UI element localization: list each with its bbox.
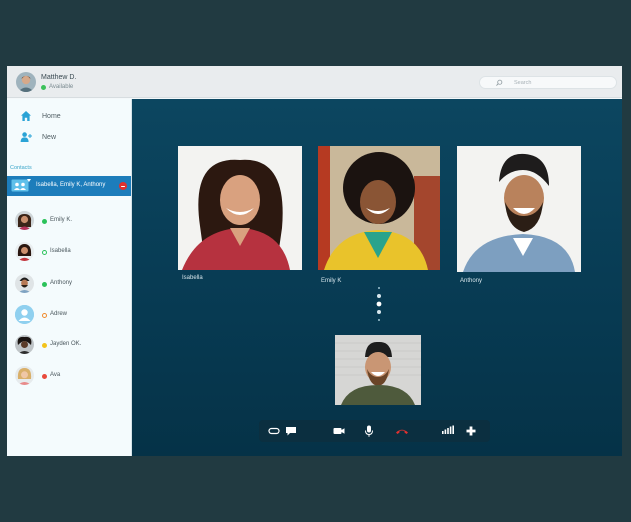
contact-item[interactable]: Emily K. (7, 209, 131, 233)
user-avatar[interactable] (16, 72, 36, 92)
toggle-icon[interactable] (267, 424, 281, 438)
status-dot (42, 313, 47, 318)
video-tile-isabella[interactable] (178, 146, 302, 270)
contact-item[interactable]: Adrew (7, 303, 131, 327)
participant-name: Isabella (182, 275, 203, 281)
contact-name: Anthony (50, 280, 73, 286)
contact-item[interactable]: Anthony (7, 272, 131, 296)
status-dot (42, 250, 47, 255)
contact-name: Emily K. (50, 217, 73, 223)
video-stage: Isabella Emily K Anthony (132, 99, 622, 456)
contact-name: Isabella (50, 248, 71, 254)
contact-name: Ava (50, 372, 61, 378)
call-controls-bar (259, 420, 490, 442)
self-view-video[interactable] (335, 335, 421, 405)
contact-item[interactable]: Ava (7, 364, 131, 388)
contact-name: Adrew (50, 311, 68, 317)
contacts-heading: Contacts (10, 165, 32, 171)
contact-item[interactable]: Isabella (7, 240, 131, 264)
video-tile-anthony[interactable] (457, 146, 581, 272)
user-status: Available (41, 84, 73, 90)
end-call-icon[interactable] (119, 182, 127, 190)
participant-name: Anthony (460, 278, 483, 284)
avatar (15, 366, 34, 385)
user-name: Matthew D. (41, 74, 77, 81)
active-group-label: Isabella, Emily K, Anthony (36, 182, 106, 188)
avatar (15, 335, 34, 354)
avatar (15, 274, 34, 293)
add-user-icon (20, 132, 32, 142)
group-chat-icon (11, 179, 31, 192)
video-tile-emily[interactable] (318, 146, 440, 270)
sidebar: Home New Contacts Isabella, Emily K, Ant… (7, 99, 132, 456)
home-icon (21, 111, 31, 121)
user-status-text: Available (49, 84, 74, 90)
participant-name: Emily K (321, 278, 342, 284)
app-window: Matthew D. Available Home (7, 66, 622, 456)
nav-new-label: New (42, 133, 57, 141)
signal-icon[interactable] (441, 424, 455, 438)
status-dot (42, 219, 47, 224)
search-input[interactable] (514, 77, 610, 88)
hang-up-icon[interactable] (395, 424, 409, 438)
camera-icon[interactable] (332, 424, 346, 438)
add-icon[interactable] (464, 424, 478, 438)
status-dot (42, 374, 47, 379)
status-dot (41, 84, 46, 90)
contact-name: Jayden OK. (50, 341, 82, 347)
avatar (15, 242, 34, 261)
nav-home[interactable]: Home (20, 110, 61, 122)
status-dot (42, 282, 47, 287)
nav-home-label: Home (42, 112, 61, 120)
avatar (15, 211, 34, 230)
more-participants-icon[interactable] (375, 286, 383, 326)
chat-icon[interactable] (284, 424, 298, 438)
microphone-icon[interactable] (362, 424, 376, 438)
active-group-call[interactable]: Isabella, Emily K, Anthony (7, 176, 131, 196)
search-icon (496, 79, 503, 86)
default-avatar-icon (15, 305, 34, 324)
contact-item[interactable]: Jayden OK. (7, 333, 131, 357)
nav-new[interactable]: New (20, 131, 56, 143)
status-dot (42, 343, 47, 348)
search-box[interactable] (479, 76, 617, 89)
top-bar: Matthew D. Available (7, 66, 622, 98)
avatar (15, 305, 34, 324)
